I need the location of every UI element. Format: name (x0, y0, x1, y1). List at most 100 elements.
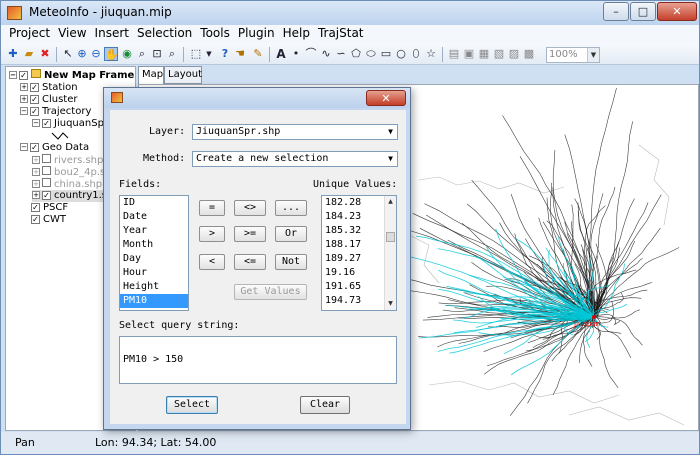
layout-fit-icon[interactable]: ▦ (477, 47, 491, 61)
field-item-selected[interactable]: PM10 (120, 294, 188, 308)
curve-icon[interactable]: ∽ (334, 47, 348, 61)
close-button[interactable]: ✕ (657, 2, 697, 21)
layout-page-icon[interactable]: ▤ (447, 47, 461, 61)
checkbox-icon[interactable]: ✓ (30, 143, 39, 152)
identify-icon[interactable]: ⌕ (135, 47, 149, 61)
select-icon[interactable]: ↖ (61, 47, 75, 61)
operator-greater-equal-button[interactable]: >= (234, 226, 266, 242)
tree-node-pscf[interactable]: ✓ PSCF (20, 202, 68, 214)
polyline-icon[interactable]: ⌒ (304, 47, 318, 61)
freehand-icon[interactable]: ∿ (319, 47, 333, 61)
tree-node-station[interactable]: + ✓ Station (20, 82, 78, 94)
hand-icon[interactable]: ☚ (233, 47, 247, 61)
clear-button[interactable]: Clear (300, 396, 350, 414)
select-button[interactable]: Select (166, 396, 218, 414)
checkbox-icon[interactable]: ✓ (31, 203, 40, 212)
operator-less-equal-button[interactable]: <= (234, 254, 266, 270)
checkbox-icon[interactable]: ✓ (19, 71, 28, 80)
menu-tools[interactable]: Tools (192, 25, 230, 40)
layer-combo[interactable]: JiuquanSpr.shp ▼ (192, 124, 398, 140)
checkbox-icon[interactable]: ✓ (42, 119, 51, 128)
expand-icon[interactable]: + (32, 191, 40, 199)
maximize-button[interactable]: □ (630, 2, 656, 21)
expand-icon[interactable]: + (32, 180, 40, 188)
chevron-down-icon[interactable]: ▼ (384, 152, 397, 166)
layout-actual-icon[interactable]: ▩ (522, 47, 536, 61)
tree-node-map-frame[interactable]: − ✓ New Map Frame (9, 69, 134, 81)
menu-help[interactable]: Help (275, 25, 310, 40)
menu-project[interactable]: Project (1, 25, 50, 40)
checkbox-icon[interactable]: ✓ (30, 107, 39, 116)
tab-map[interactable]: Map (138, 66, 164, 84)
checkbox-icon[interactable]: ✓ (30, 83, 39, 92)
fields-list[interactable]: ID Date Year Month Day Hour Height PM10 (119, 195, 189, 311)
point-icon[interactable]: • (289, 47, 303, 61)
tree-node-cluster[interactable]: + ✓ Cluster (20, 94, 78, 106)
field-item[interactable]: ID (120, 196, 188, 210)
tree-node-trajectory[interactable]: − ✓ Trajectory (20, 106, 91, 118)
polygon-icon[interactable]: ⬠ (349, 47, 363, 61)
operator-ellipsis-button[interactable]: ... (275, 200, 307, 216)
checkbox-icon[interactable]: ✓ (30, 95, 39, 104)
operator-less-button[interactable]: < (199, 254, 225, 270)
menu-insert[interactable]: Insert (87, 25, 129, 40)
tree-node-rivers[interactable]: + rivers.shp (32, 154, 103, 166)
collapse-icon[interactable]: − (32, 119, 40, 127)
scroll-up-icon[interactable]: ▲ (385, 196, 396, 208)
expand-icon[interactable]: + (32, 168, 40, 176)
scroll-thumb[interactable] (386, 232, 395, 242)
pan-icon[interactable]: ✋ (104, 47, 119, 61)
collapse-icon[interactable]: − (20, 107, 28, 115)
unique-values-list[interactable]: 182.28 184.23 185.32 188.17 189.27 19.16… (321, 195, 397, 311)
chevron-down-icon[interactable]: ▼ (384, 125, 397, 139)
delete-icon[interactable]: ✖ (38, 47, 52, 61)
open-icon[interactable]: ▰ (22, 47, 36, 61)
field-item[interactable]: Year (120, 224, 188, 238)
operator-greater-button[interactable]: > (199, 226, 225, 242)
new-icon[interactable]: ✚ (6, 47, 20, 61)
dropdown-icon[interactable]: ▼ (202, 47, 216, 61)
checkbox-icon[interactable] (42, 166, 51, 175)
edit-icon[interactable]: ✎ (251, 47, 265, 61)
menu-plugin[interactable]: Plugin (230, 25, 275, 40)
get-values-button[interactable]: Get Values (234, 284, 307, 300)
magnifier-icon[interactable]: ⌕ (165, 47, 179, 61)
ellipse-icon[interactable]: ⬯ (409, 47, 423, 61)
tree-node-china[interactable]: + china.shp (32, 178, 102, 190)
zoom-in-icon[interactable]: ⊕ (75, 47, 89, 61)
checkbox-icon[interactable] (42, 154, 51, 163)
collapse-icon[interactable]: − (20, 143, 28, 151)
method-combo[interactable]: Create a new selection ▼ (192, 151, 398, 167)
star-icon[interactable]: ☆ (424, 47, 438, 61)
expand-icon[interactable]: + (20, 83, 28, 91)
tree-node-cwt[interactable]: ✓ CWT (20, 214, 66, 226)
select-rect-icon[interactable]: ⬚ (189, 47, 203, 61)
circle-icon[interactable]: ○ (394, 47, 408, 61)
field-item[interactable]: Month (120, 238, 188, 252)
operator-not-equal-button[interactable]: <> (234, 200, 266, 216)
help-icon[interactable]: ? (218, 47, 232, 61)
chevron-down-icon[interactable]: ▼ (587, 48, 599, 62)
rectangle-icon[interactable]: ▭ (379, 47, 393, 61)
layout-zoom-icon[interactable]: ▣ (462, 47, 476, 61)
field-item[interactable]: Date (120, 210, 188, 224)
menu-trajstat[interactable]: TrajStat (310, 25, 364, 40)
globe-icon[interactable]: ◉ (120, 47, 134, 61)
dialog-close-button[interactable]: ✕ (366, 90, 406, 106)
menu-view[interactable]: View (50, 25, 86, 40)
checkbox-icon[interactable]: ✓ (42, 191, 51, 200)
operator-or-button[interactable]: Or (275, 226, 307, 242)
checkbox-icon[interactable]: ✓ (31, 215, 40, 224)
zoom-combo[interactable]: 100% ▼ (546, 47, 600, 63)
field-item[interactable]: Hour (120, 266, 188, 280)
operator-not-button[interactable]: Not (275, 254, 307, 270)
checkbox-icon[interactable] (42, 178, 51, 187)
collapse-icon[interactable]: − (9, 71, 17, 79)
full-extent-icon[interactable]: ⊡ (150, 47, 164, 61)
menu-selection[interactable]: Selection (129, 25, 192, 40)
field-item[interactable]: Day (120, 252, 188, 266)
text-icon[interactable]: A (274, 47, 288, 61)
minimize-button[interactable]: – (603, 2, 629, 21)
scroll-down-icon[interactable]: ▼ (385, 298, 396, 310)
layout-zoom-out-icon[interactable]: ▧ (492, 47, 506, 61)
